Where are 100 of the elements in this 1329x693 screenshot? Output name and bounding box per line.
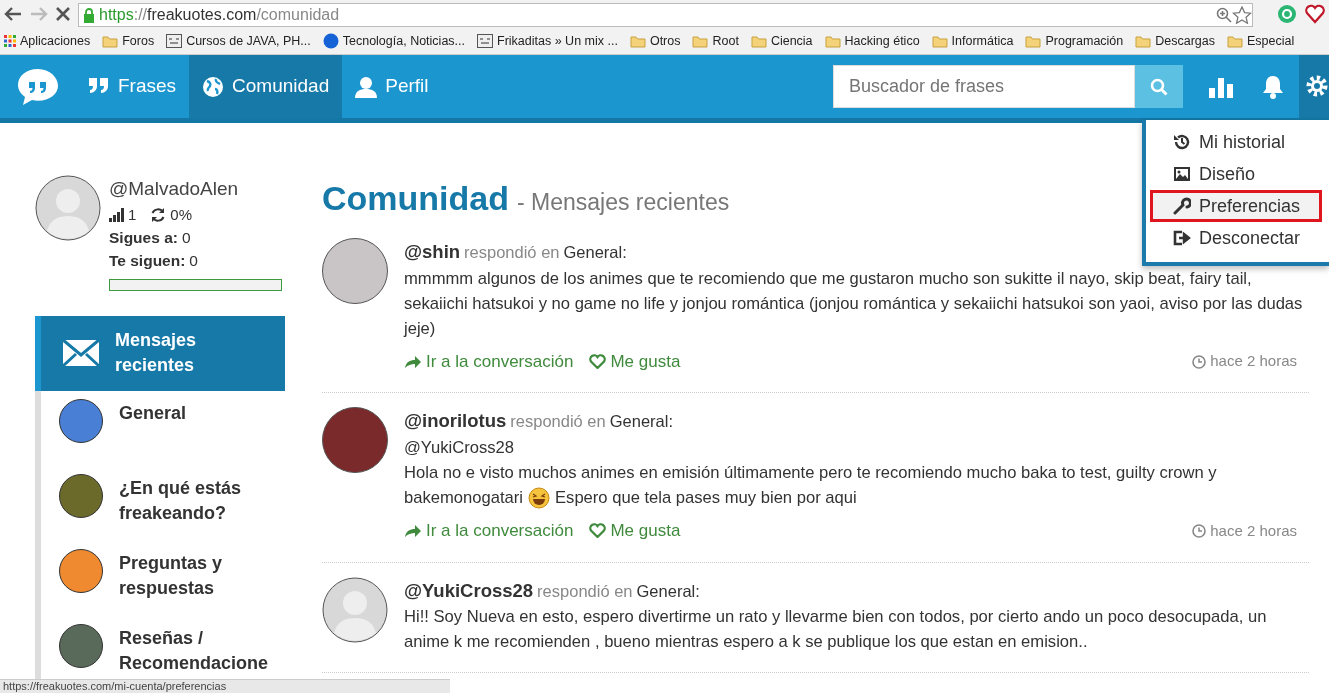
ratio-value: 0%: [170, 204, 193, 225]
bookmark[interactable]: Foros: [102, 28, 155, 54]
settings-button[interactable]: [1299, 55, 1329, 118]
menu-item[interactable]: Desconectar: [1146, 222, 1329, 254]
post-author[interactable]: @inorilotus: [404, 407, 507, 435]
post-link[interactable]: Me gusta: [589, 518, 681, 544]
post-author[interactable]: @YukiCross28: [404, 576, 534, 605]
post-text: Espero que tela pases muy bien por aqui: [555, 487, 857, 509]
sidebar-item[interactable]: Mensajes recientes: [35, 315, 285, 391]
post-text: mmmmm algunos de los animes que te recomiendo que me gustaron mucho son sukitte il nayo, skip beat, fairy tail, sekaiichi hatsukoi y no game no life y jonjou romántica (jonjou romántica y sekaiichi hatsukoi son yaoi, aviso por las dudas jeje): [404, 268, 1303, 338]
folder-icon: [750, 34, 767, 48]
menu-item[interactable]: Preferencias: [1150, 190, 1322, 222]
post-author[interactable]: @shin: [404, 238, 461, 266]
category-link[interactable]: General:: [563, 240, 627, 265]
level-value: 1: [128, 204, 137, 225]
folder-icon: [692, 34, 709, 48]
image-icon: [1173, 165, 1191, 183]
bookmark[interactable]: Cursos de JAVA, PH...: [166, 28, 311, 54]
menu-item[interactable]: Mi historial: [1146, 126, 1329, 158]
laughing-emoji-icon: [528, 486, 550, 509]
extension-icon[interactable]: [1277, 4, 1297, 24]
heart-icon: [589, 523, 607, 539]
globe-icon: [202, 75, 225, 98]
bookmark[interactable]: Root: [692, 28, 739, 54]
user-icon: [355, 75, 378, 98]
bell-icon: [1262, 74, 1284, 99]
sidebar-item[interactable]: Preguntas y respuestas: [35, 540, 285, 616]
post-link[interactable]: Ir a la conversación: [404, 518, 574, 544]
bookmark[interactable]: Otros: [629, 28, 681, 54]
bookmark[interactable]: Programación: [1025, 28, 1124, 54]
category-picture: [59, 623, 103, 668]
page-title: Comunidad: [322, 178, 509, 219]
stat-value: 0: [189, 251, 198, 272]
sidebar-item[interactable]: ¿En qué estás freakeando?: [35, 465, 285, 541]
user-avatar-icon: [35, 175, 101, 241]
folder-icon: [629, 34, 646, 48]
post-action: respondió en: [510, 411, 606, 433]
menu-item[interactable]: Diseño: [1146, 158, 1329, 190]
site-icon: [477, 34, 494, 48]
sidebar-item[interactable]: General: [35, 390, 285, 466]
post-text: Hola no e visto muchos animes en emisión últimamente pero te recomiendo mucho baka to test, guilty crown y: [404, 463, 1217, 482]
category-link[interactable]: General:: [636, 578, 700, 604]
folder-icon: [931, 34, 948, 48]
close-icon[interactable]: [56, 7, 70, 21]
share-arrow-icon: [404, 523, 422, 539]
bookmark[interactable]: Informática: [931, 28, 1014, 54]
folder-icon: [824, 34, 841, 48]
folder-icon: [1227, 34, 1244, 48]
bookmark[interactable]: Frikaditas » Un mix ...: [477, 28, 618, 54]
address-bar[interactable]: https://freakuotes.com/comunidad: [78, 3, 1253, 27]
bar-chart-icon: [1209, 75, 1233, 98]
bookmark[interactable]: Especial: [1227, 28, 1295, 54]
post-link[interactable]: Ir a la conversación: [404, 348, 574, 375]
signal-bars-icon: [109, 207, 124, 222]
bookmark[interactable]: Hacking ético: [824, 28, 920, 54]
back-icon[interactable]: [4, 6, 22, 22]
site-icon: [166, 34, 183, 48]
clock-icon: [1192, 523, 1207, 538]
page-subtitle: - Mensajes recientes: [517, 188, 730, 217]
clock-icon: [1192, 354, 1207, 369]
heart-icon: [589, 354, 607, 369]
post-text: bakemonogatari: [404, 487, 523, 509]
apps-grid-icon: [4, 35, 16, 47]
category-link[interactable]: General:: [609, 409, 674, 434]
post-time: hace 2 horas: [1210, 520, 1297, 541]
post-action: respondió en: [464, 242, 560, 263]
nav-tab[interactable]: Comunidad: [189, 55, 343, 118]
url-text: https://freakuotes.com/comunidad: [99, 5, 340, 25]
search-icon: [1150, 77, 1168, 96]
stat-label: Te siguen:: [109, 251, 186, 272]
mention-link[interactable]: @YukiCross28: [404, 435, 1309, 460]
search-field[interactable]: Buscador de frases: [833, 65, 1135, 108]
status-url-tooltip: https://freakuotes.com/mi-cuenta/preferencias: [0, 679, 450, 693]
circle-icon: [322, 33, 339, 49]
wrench-icon: [1173, 197, 1191, 215]
bookmark[interactable]: Tecnología, Noticias...: [322, 28, 466, 54]
envelope-icon: [63, 338, 99, 368]
bookmark[interactable]: Aplicaciones: [4, 28, 91, 54]
settings-icon: [1305, 74, 1329, 98]
username[interactable]: @MalvadoAlen: [109, 175, 285, 204]
category-picture: [59, 473, 103, 518]
category-picture: [59, 548, 103, 593]
refresh-icon: [150, 206, 167, 223]
post-text: Hi!! Soy Nueva en esto, espero divertirme un rato y llevarme bien con todos, por cierto ando un poco desocupada, un anime k me recomienden , bueno mientras espero a k se publique los que estan en emision..: [404, 607, 1267, 652]
post-time: hace 2 horas: [1210, 351, 1297, 372]
stat-value: 0: [181, 228, 191, 248]
search-button[interactable]: [1135, 65, 1183, 108]
heart-icon[interactable]: [1305, 4, 1325, 24]
logout-icon: [1173, 229, 1191, 247]
forward-icon[interactable]: [30, 6, 48, 22]
history-icon: [1173, 133, 1191, 151]
folder-icon: [1025, 34, 1042, 48]
post-link[interactable]: Me gusta: [589, 348, 681, 375]
folder-icon: [102, 34, 119, 48]
bookmark[interactable]: Ciencia: [750, 28, 813, 54]
star-icon[interactable]: [1232, 6, 1252, 24]
bookmark[interactable]: Descargas: [1135, 28, 1216, 54]
lock-icon: [83, 7, 95, 23]
speech-bubble-logo-icon[interactable]: [15, 66, 60, 107]
user-avatar-icon: [322, 576, 388, 643]
